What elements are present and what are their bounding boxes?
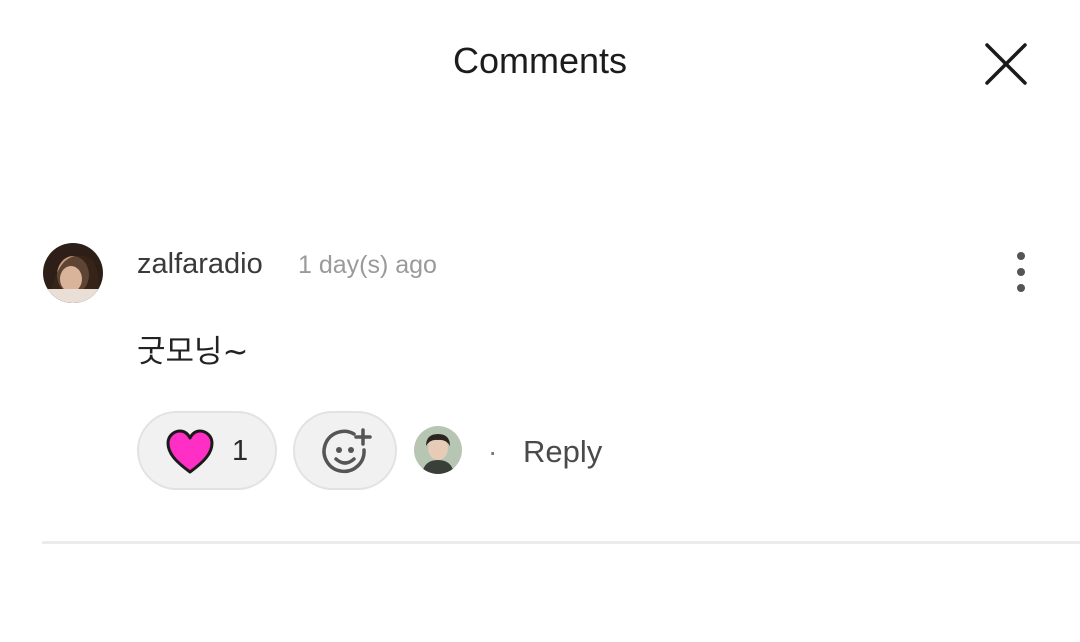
page-title: Comments [452,40,628,81]
comments-screen: Comments zalfaradio 1 day(s) ago 굿모닝~ 1 [0,0,1080,642]
like-reaction-button[interactable]: 1 [137,411,277,490]
heart-icon [166,429,214,474]
comment-text: 굿모닝~ [137,334,249,370]
like-count: 1 [232,435,249,467]
divider [42,541,1080,544]
close-icon [985,43,1027,85]
comment-timestamp: 1 day(s) ago [298,251,437,279]
close-button[interactable] [980,38,1032,90]
reactor-avatar[interactable] [414,426,462,474]
vertical-dots-icon [1017,252,1025,292]
comment-author[interactable]: zalfaradio [137,248,263,281]
avatar-image [43,243,103,303]
separator-dot: · [488,436,498,467]
reactor-avatar-image [414,426,462,474]
reply-button[interactable]: Reply [523,434,602,470]
add-emoji-icon [322,428,372,474]
avatar[interactable] [43,243,103,303]
add-reaction-button[interactable] [293,411,397,490]
more-options-button[interactable] [1005,248,1037,296]
